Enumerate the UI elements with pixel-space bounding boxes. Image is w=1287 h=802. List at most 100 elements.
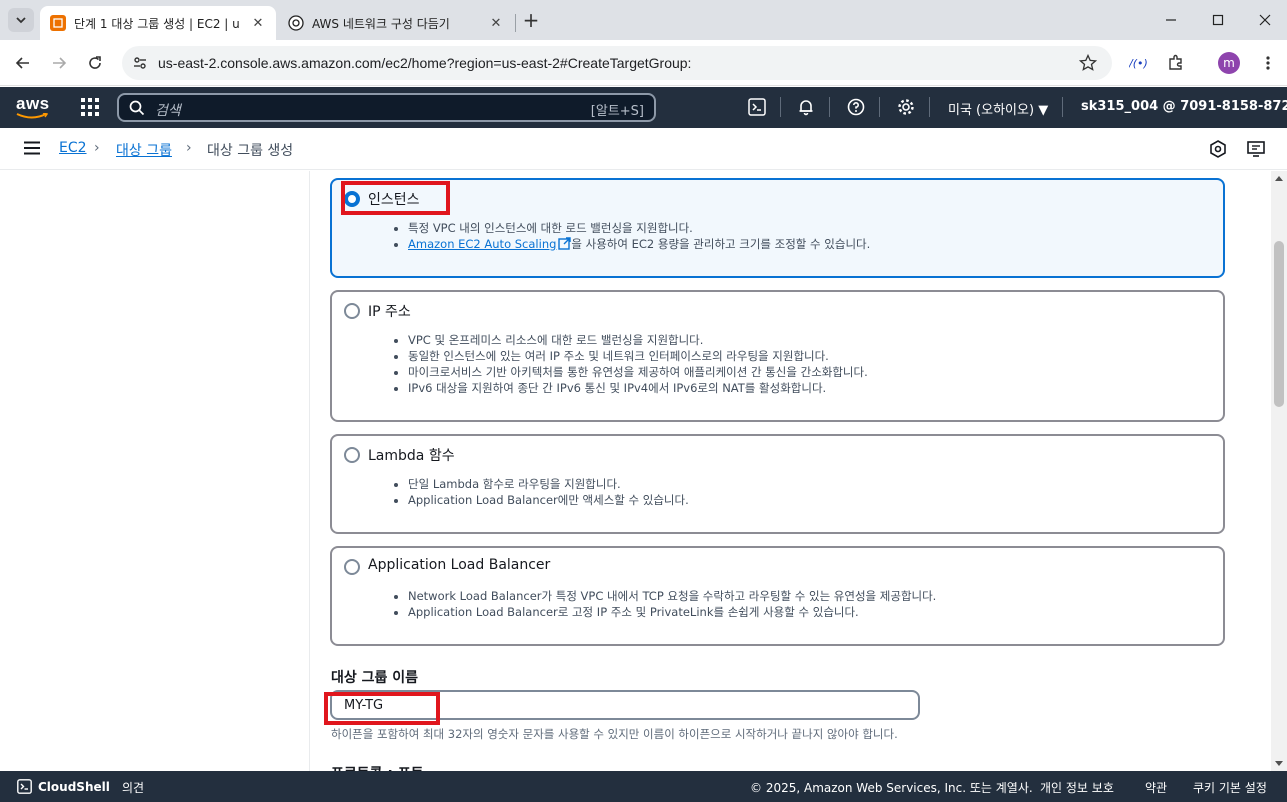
search-icon	[129, 100, 145, 116]
region-label: 미국 (오하이오)	[948, 103, 1035, 118]
region-selector[interactable]: 미국 (오하이오) ▼	[948, 99, 1048, 118]
aws-logo[interactable]: aws	[16, 94, 50, 119]
list-item: 특정 VPC 내의 인스턴스에 대한 로드 밸런싱을 지원합니다.	[408, 220, 870, 236]
target-type-description: VPC 및 온프레미스 리소스에 대한 로드 밸런싱을 지원합니다. 동일한 인…	[396, 332, 868, 396]
reload-icon[interactable]	[82, 50, 108, 76]
radio-alb[interactable]	[344, 559, 360, 575]
search-shortcut: [알트+S]	[590, 104, 644, 119]
aws-ec2-favicon-icon	[50, 15, 66, 31]
hexagon-settings-icon[interactable]	[1208, 139, 1228, 159]
terms-link[interactable]: 약관	[1145, 779, 1167, 796]
target-type-description: 단일 Lambda 함수로 라우팅을 지원합니다. Application Lo…	[396, 476, 689, 508]
cookie-preferences-link[interactable]: 쿠키 기본 설정	[1193, 779, 1267, 796]
target-type-description: Network Load Balancer가 특정 VPC 내에서 TCP 요청…	[396, 588, 936, 620]
target-type-instances-card[interactable]: 인스턴스 특정 VPC 내의 인스턴스에 대한 로드 밸런싱을 지원합니다. A…	[330, 178, 1225, 278]
bell-icon[interactable]	[796, 97, 816, 117]
aws-console-header: aws 검색 [알트+S] 미국 (오하이오) ▼ sk315_004 @ 70…	[0, 87, 1287, 128]
chevron-down-icon	[16, 17, 26, 24]
cloudshell-button[interactable]: CloudShell	[17, 779, 110, 794]
header-divider	[929, 97, 930, 117]
tab-search-button[interactable]	[8, 8, 34, 32]
radio-ip[interactable]	[344, 303, 360, 319]
radio-lambda[interactable]	[344, 447, 360, 463]
account-label: sk315_004 @ 7091-8158-8723	[1081, 99, 1287, 114]
link-suffix-text: 을 사용하여 EC2 용량을 관리하고 크기를 조정할 수 있습니다.	[571, 237, 871, 251]
bookmark-star-icon[interactable]	[1078, 53, 1098, 73]
menu-hamburger-icon[interactable]	[24, 141, 40, 155]
scrollbar-thumb[interactable]	[1274, 241, 1284, 407]
target-type-label: IP 주소	[368, 304, 411, 320]
close-icon[interactable]: ✕	[250, 15, 266, 31]
gear-icon[interactable]	[896, 97, 916, 117]
chevron-right-icon: ›	[186, 140, 192, 156]
maximize-icon[interactable]	[1206, 8, 1230, 32]
scroll-up-arrow-icon[interactable]	[1275, 176, 1283, 181]
target-group-name-label: 대상 그룹 이름	[331, 670, 419, 686]
list-item: 마이크로서비스 기반 아키텍처를 통한 유연성을 제공하여 애플리케이션 간 통…	[408, 364, 868, 380]
breadcrumb-ec2[interactable]: EC2	[59, 140, 87, 156]
target-type-label: Lambda 함수	[368, 448, 455, 464]
browser-tab-inactive[interactable]: AWS 네트워크 구성 다듬기 ✕	[278, 6, 514, 40]
account-menu[interactable]: sk315_004 @ 7091-8158-8723 ▼	[1081, 99, 1287, 114]
screen-info-icon[interactable]	[1246, 139, 1266, 159]
cloudshell-label: CloudShell	[38, 779, 110, 794]
site-info-icon[interactable]	[130, 53, 150, 73]
main-content: 인스턴스 특정 VPC 내의 인스턴스에 대한 로드 밸런싱을 지원합니다. A…	[311, 171, 1271, 771]
protocol-port-label: 프로토콜 : 포트	[331, 763, 424, 771]
aws-logo-text: aws	[16, 94, 50, 113]
target-type-lambda-card[interactable]: Lambda 함수 단일 Lambda 함수로 라우팅을 지원합니다. Appl…	[330, 434, 1225, 534]
annotation-highlight-box	[341, 181, 450, 215]
tab-title: AWS 네트워크 구성 다듬기	[312, 16, 450, 31]
scroll-down-arrow-icon[interactable]	[1275, 761, 1283, 766]
profile-avatar[interactable]: m	[1218, 52, 1240, 74]
target-type-alb-card[interactable]: Application Load Balancer Network Load B…	[330, 546, 1225, 646]
page-scrollbar[interactable]	[1271, 171, 1287, 771]
header-divider	[780, 97, 781, 117]
help-icon[interactable]	[846, 97, 866, 117]
target-type-ip-card[interactable]: IP 주소 VPC 및 온프레미스 리소스에 대한 로드 밸런싱을 지원합니다.…	[330, 290, 1225, 422]
cloudshell-icon	[17, 779, 32, 794]
tab-title: 단계 1 대상 그룹 생성 | EC2 | u	[74, 16, 240, 31]
external-link-icon[interactable]	[558, 237, 572, 250]
privacy-link[interactable]: 개인 정보 보호	[1040, 779, 1114, 796]
address-bar[interactable]: us-east-2.console.aws.amazon.com/ec2/hom…	[122, 46, 1112, 80]
extension-icon[interactable]: /(•)	[1127, 51, 1151, 75]
auto-scaling-link[interactable]: Amazon EC2 Auto Scaling	[408, 237, 556, 251]
close-icon[interactable]: ✕	[488, 15, 504, 31]
tab-divider	[515, 14, 516, 32]
more-menu-icon[interactable]	[1256, 51, 1280, 75]
feedback-link[interactable]: 의견	[122, 779, 144, 796]
list-item: Network Load Balancer가 특정 VPC 내에서 TCP 요청…	[408, 588, 936, 604]
list-item: 단일 Lambda 함수로 라우팅을 지원합니다.	[408, 476, 689, 492]
breadcrumb-target-groups[interactable]: 대상 그룹	[116, 140, 172, 160]
console-footer: CloudShell 의견 © 2025, Amazon Web Service…	[0, 771, 1287, 802]
openai-favicon-icon	[288, 15, 304, 31]
target-type-label: Application Load Balancer	[368, 557, 551, 573]
copyright-text: © 2025, Amazon Web Services, Inc. 또는 계열사…	[750, 781, 1033, 795]
header-divider	[829, 97, 830, 117]
breadcrumb-bar: EC2 › 대상 그룹 › 대상 그룹 생성	[0, 128, 1287, 170]
list-item: 동일한 인스턴스에 있는 여러 IP 주소 및 네트워크 인터페이스로의 라우팅…	[408, 348, 868, 364]
cloudshell-icon[interactable]	[747, 97, 767, 117]
aws-search-input[interactable]: 검색 [알트+S]	[117, 93, 656, 122]
list-item: Application Load Balancer에만 액세스할 수 있습니다.	[408, 492, 689, 508]
list-item: IPv6 대상을 지원하여 종단 간 IPv6 통신 및 IPv4에서 IPv6…	[408, 380, 868, 396]
minimize-icon[interactable]	[1159, 8, 1183, 32]
services-grid-icon[interactable]	[80, 97, 100, 117]
new-tab-button[interactable]: +	[520, 8, 542, 32]
close-window-icon[interactable]	[1253, 8, 1277, 32]
breadcrumb-current: 대상 그룹 생성	[207, 143, 294, 159]
list-item: VPC 및 온프레미스 리소스에 대한 로드 밸런싱을 지원합니다.	[408, 332, 868, 348]
back-icon[interactable]	[10, 50, 36, 76]
list-item: Amazon EC2 Auto Scaling 을 사용하여 EC2 용량을 관리…	[408, 236, 870, 252]
header-divider	[879, 97, 880, 117]
browser-tab-active[interactable]: 단계 1 대상 그룹 생성 | EC2 | u ✕	[40, 6, 276, 40]
extensions-puzzle-icon[interactable]	[1164, 51, 1188, 75]
target-group-name-hint: 하이픈을 포함하여 최대 32자의 영숫자 문자를 사용할 수 있지만 이름이 …	[331, 727, 898, 741]
target-type-description: 특정 VPC 내의 인스턴스에 대한 로드 밸런싱을 지원합니다. Amazon…	[396, 220, 870, 252]
side-panel	[0, 171, 310, 771]
forward-icon[interactable]	[46, 50, 72, 76]
annotation-highlight-box	[324, 692, 440, 725]
svg-text:/(•): /(•)	[1129, 57, 1148, 70]
chevron-right-icon: ›	[94, 140, 100, 156]
